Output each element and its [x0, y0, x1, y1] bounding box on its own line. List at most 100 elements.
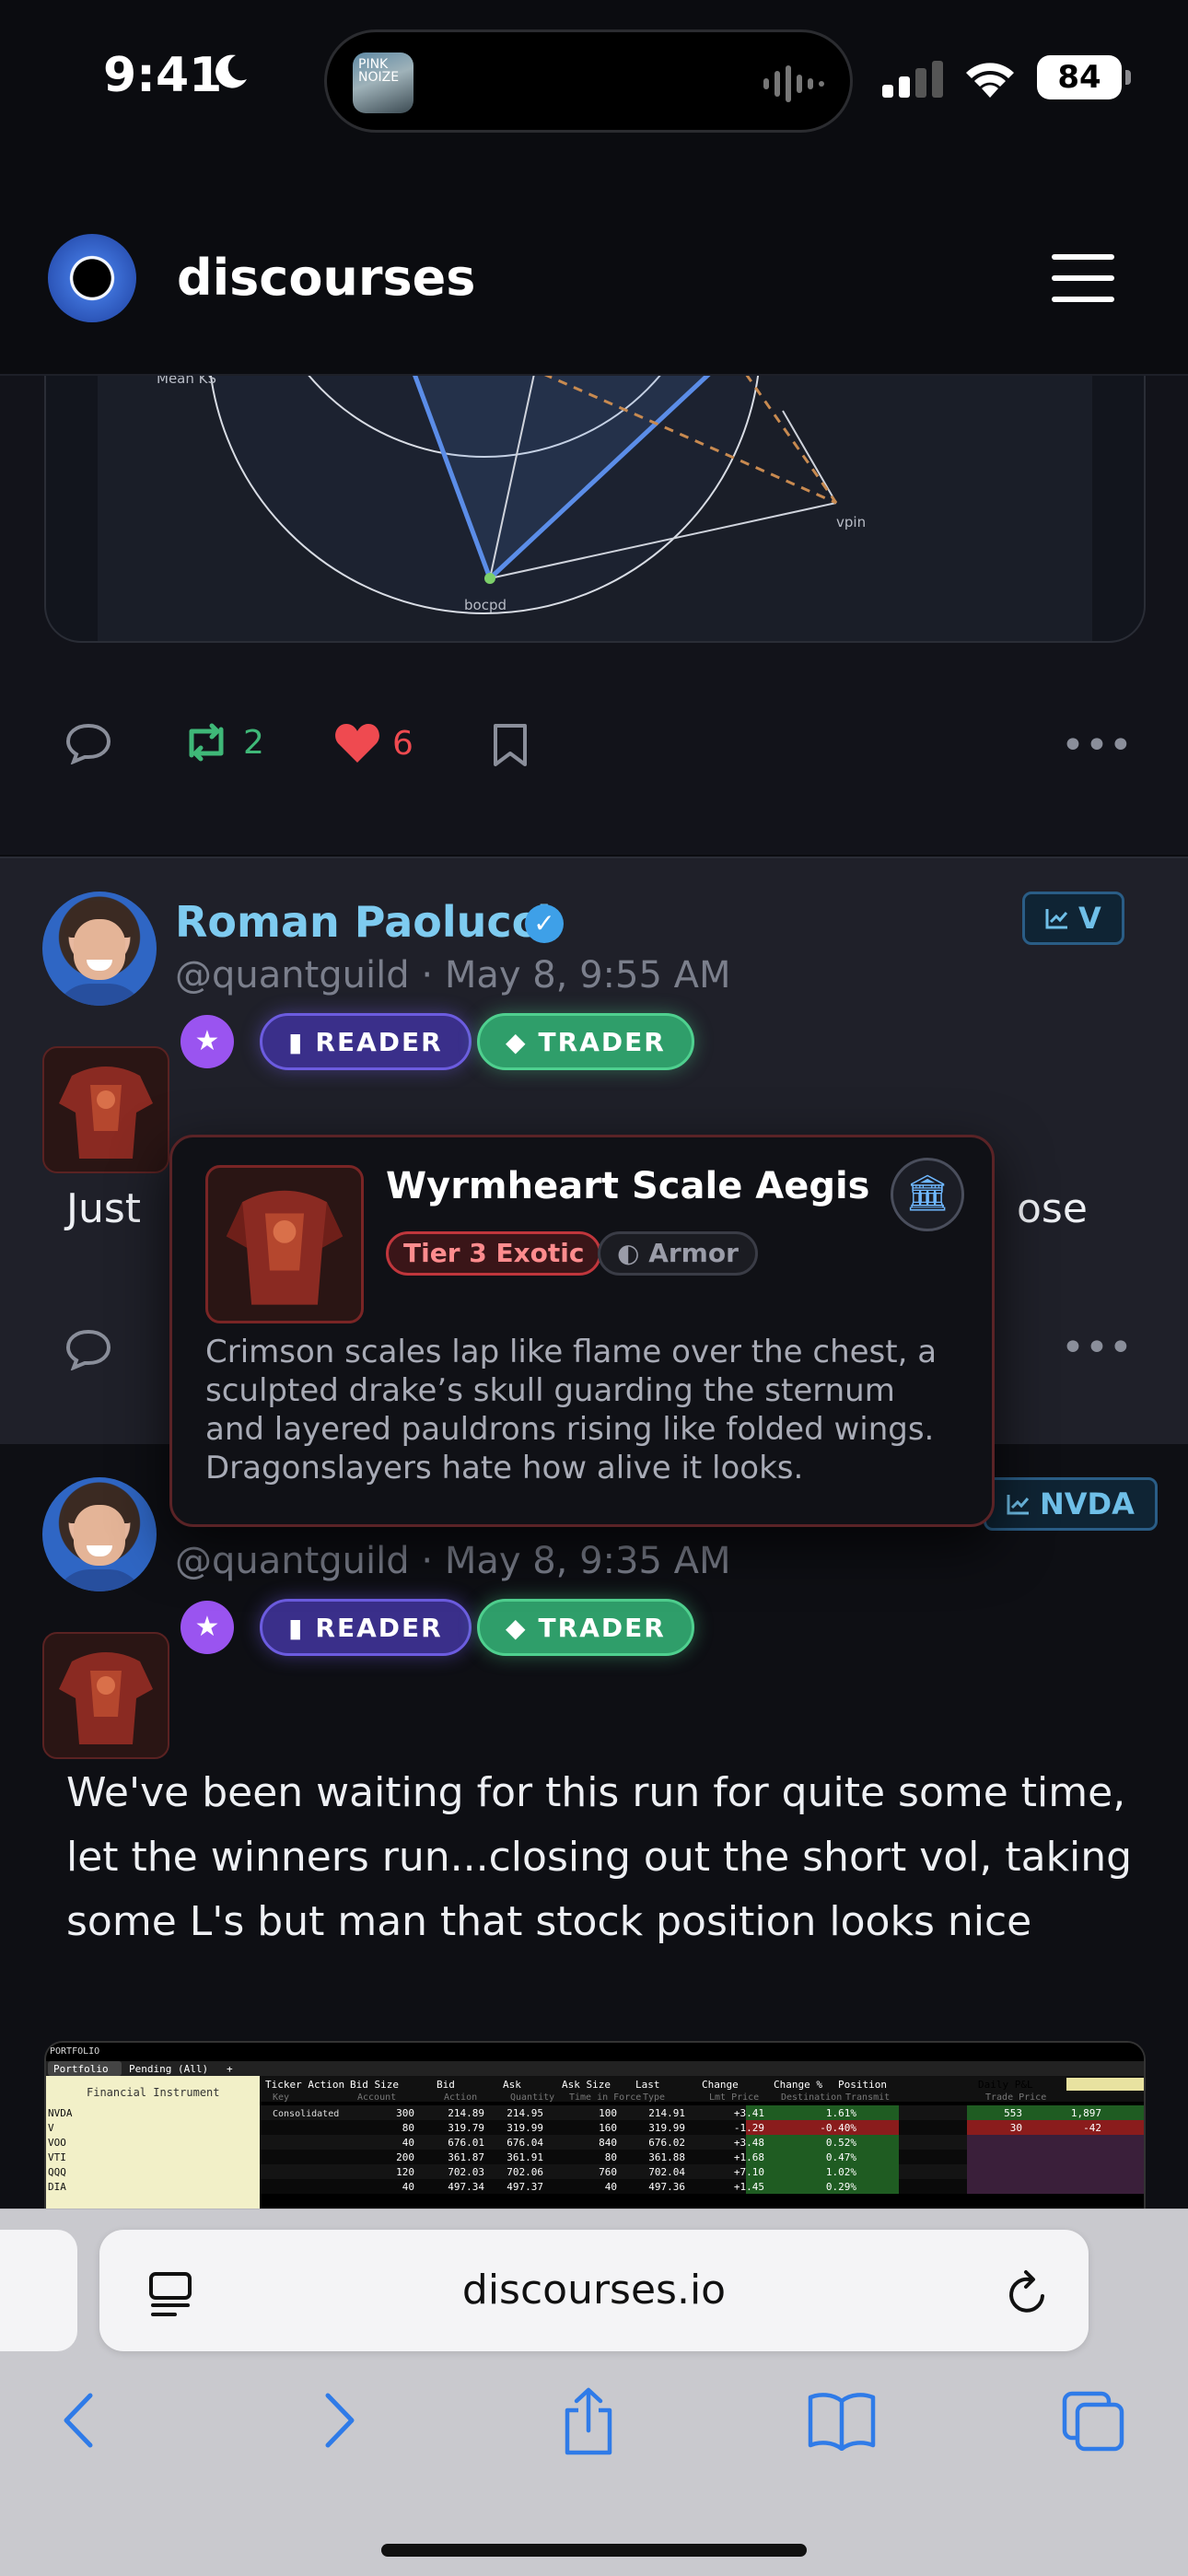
reply-button[interactable] — [64, 1328, 112, 1370]
star-badge-icon: ★ — [181, 1601, 234, 1654]
table-cell-change: -1.29 — [734, 2122, 764, 2134]
forward-icon[interactable] — [319, 2390, 359, 2451]
portfolio-screenshot[interactable]: PORTFOLIO Portfolio Pending (All) + Fina… — [44, 2041, 1146, 2212]
table-cell-pnl: -42 — [1083, 2122, 1101, 2134]
reader-badge[interactable]: ▮ READER — [260, 1599, 472, 1656]
post-chart-image[interactable]: Mean KS vpin bocpd — [44, 374, 1146, 643]
table-cell-asksize: 840 — [599, 2137, 617, 2149]
table-cell-last: 497.36 — [648, 2181, 685, 2193]
table-header: Position — [838, 2079, 887, 2091]
bank-icon[interactable]: 🏛 — [891, 1158, 964, 1231]
table-cell-asksize: 40 — [605, 2181, 617, 2193]
dynamic-island[interactable]: PINK NOIZE — [324, 29, 853, 133]
author-handle-time: @quantguild · May 8, 9:55 AM — [175, 954, 731, 997]
item-title: Wyrmheart Scale Aegis — [386, 1165, 870, 1207]
table-cell-ask: 676.04 — [507, 2137, 543, 2149]
table-cell-bidsize: 300 — [396, 2107, 414, 2119]
repost-button[interactable]: 2 — [181, 722, 264, 763]
status-time: 9:41 — [103, 48, 223, 103]
table-cell-change: +3.41 — [734, 2107, 764, 2119]
table-cell-bidsize: 40 — [402, 2137, 414, 2149]
post-card: Mean KS vpin bocpd 2 6 ••• — [0, 374, 1188, 855]
book-icon: ▮ — [288, 1612, 305, 1643]
bookmarks-icon[interactable] — [807, 2390, 877, 2451]
browser-toolbar: discourses.io — [0, 2209, 1188, 2576]
table-row-action: Consolidated — [273, 2109, 339, 2119]
diamond-icon: ◆ — [506, 1026, 528, 1057]
more-options-icon[interactable]: ••• — [1061, 722, 1133, 769]
author-name[interactable]: Roman Paolucci — [175, 897, 552, 947]
table-header: Bid — [437, 2079, 455, 2091]
table-cell-asksize: 760 — [599, 2166, 617, 2178]
table-cell-asksize: 80 — [605, 2151, 617, 2163]
moon-icon — [215, 54, 247, 88]
portfolio-table: PORTFOLIO Portfolio Pending (All) + Fina… — [46, 2043, 1144, 2212]
bookmark-button[interactable] — [492, 722, 529, 768]
trader-badge[interactable]: ◆ TRADER — [477, 1599, 694, 1656]
home-indicator — [381, 2544, 807, 2557]
table-cell-bidsize: 200 — [396, 2151, 414, 2163]
avatar[interactable] — [42, 892, 157, 1006]
trader-badge[interactable]: ◆ TRADER — [477, 1013, 694, 1070]
ticker-tag[interactable]: NVDA — [984, 1477, 1158, 1531]
chart-label-bocpd: bocpd — [464, 597, 507, 613]
discourses-logo[interactable] — [48, 234, 136, 322]
table-subheader: Account — [357, 2092, 396, 2103]
table-row-symbol: VTI — [48, 2151, 66, 2163]
table-cell-last: 676.02 — [648, 2137, 685, 2149]
table-subheader: Quantity — [510, 2092, 554, 2103]
tier-badge: Tier 3 Exotic — [386, 1231, 602, 1276]
table-cell-change: +3.48 — [734, 2137, 764, 2149]
table-header: Change % — [774, 2079, 822, 2091]
table-title: PORTFOLIO — [50, 2046, 99, 2057]
share-icon[interactable] — [560, 2386, 617, 2456]
armor-item-thumbnail[interactable] — [42, 1632, 169, 1759]
table-cell-pnl: 1,897 — [1071, 2107, 1101, 2119]
table-cell-asksize: 160 — [599, 2122, 617, 2134]
tabs-icon[interactable] — [1061, 2390, 1125, 2453]
previous-tab-peek[interactable] — [0, 2230, 77, 2351]
more-options-icon[interactable]: ••• — [1061, 1324, 1133, 1371]
repost-icon — [189, 723, 224, 762]
table-cell-last: 361.88 — [648, 2151, 685, 2163]
armor-item-thumbnail[interactable] — [42, 1046, 169, 1173]
table-cell-bid: 497.34 — [448, 2181, 484, 2193]
table-cell-position: 553 — [1004, 2107, 1022, 2119]
avatar[interactable] — [42, 1477, 157, 1591]
shield-icon: ◐ — [617, 1238, 640, 1268]
now-playing-artwork: PINK NOIZE — [353, 52, 413, 113]
table-cell-ask: 214.95 — [507, 2107, 543, 2119]
audio-wave-icon — [763, 65, 824, 102]
item-description: Crimson scales lap like flame over the c… — [205, 1334, 938, 1486]
table-cell-bid: 361.87 — [448, 2151, 484, 2163]
back-icon[interactable] — [59, 2390, 99, 2451]
table-cell-change: +1.68 — [734, 2151, 764, 2163]
table-cell-change-pct: 0.47% — [826, 2151, 856, 2163]
item-tooltip-popover[interactable]: Wyrmheart Scale Aegis 🏛 Tier 3 Exotic ◐ … — [169, 1135, 995, 1527]
bookmark-icon — [494, 724, 527, 766]
menu-icon[interactable] — [1052, 254, 1114, 302]
like-button[interactable]: 6 — [333, 722, 413, 764]
reload-icon[interactable] — [1004, 2267, 1052, 2318]
brand-name[interactable]: discourses — [177, 249, 475, 307]
url-text: discourses.io — [461, 2267, 727, 2314]
table-subheader: Type — [643, 2092, 665, 2103]
chart-line-icon — [1045, 909, 1068, 929]
table-header: Bid Size — [350, 2079, 399, 2091]
star-badge-icon: ★ — [181, 1015, 234, 1068]
diamond-icon: ◆ — [506, 1612, 528, 1643]
table-cell-bid: 214.89 — [448, 2107, 484, 2119]
ticker-tag[interactable]: V — [1022, 892, 1124, 945]
reply-button[interactable] — [64, 722, 112, 764]
table-row-symbol: NVDA — [48, 2107, 73, 2119]
table-row-symbol: QQQ — [48, 2166, 66, 2178]
reader-badge[interactable]: ▮ READER — [260, 1013, 472, 1070]
table-cell-bid: 702.03 — [448, 2166, 484, 2178]
status-bar: 9:41 PINK NOIZE 84 — [0, 0, 1188, 157]
address-bar[interactable]: discourses.io — [99, 2230, 1089, 2351]
table-subheader: Destination — [781, 2092, 842, 2103]
table-cell-position: 30 — [1010, 2122, 1022, 2134]
comment-icon — [65, 1329, 111, 1370]
item-type-badge: ◐ Armor — [598, 1231, 758, 1276]
table-subheader: Key — [273, 2092, 289, 2103]
